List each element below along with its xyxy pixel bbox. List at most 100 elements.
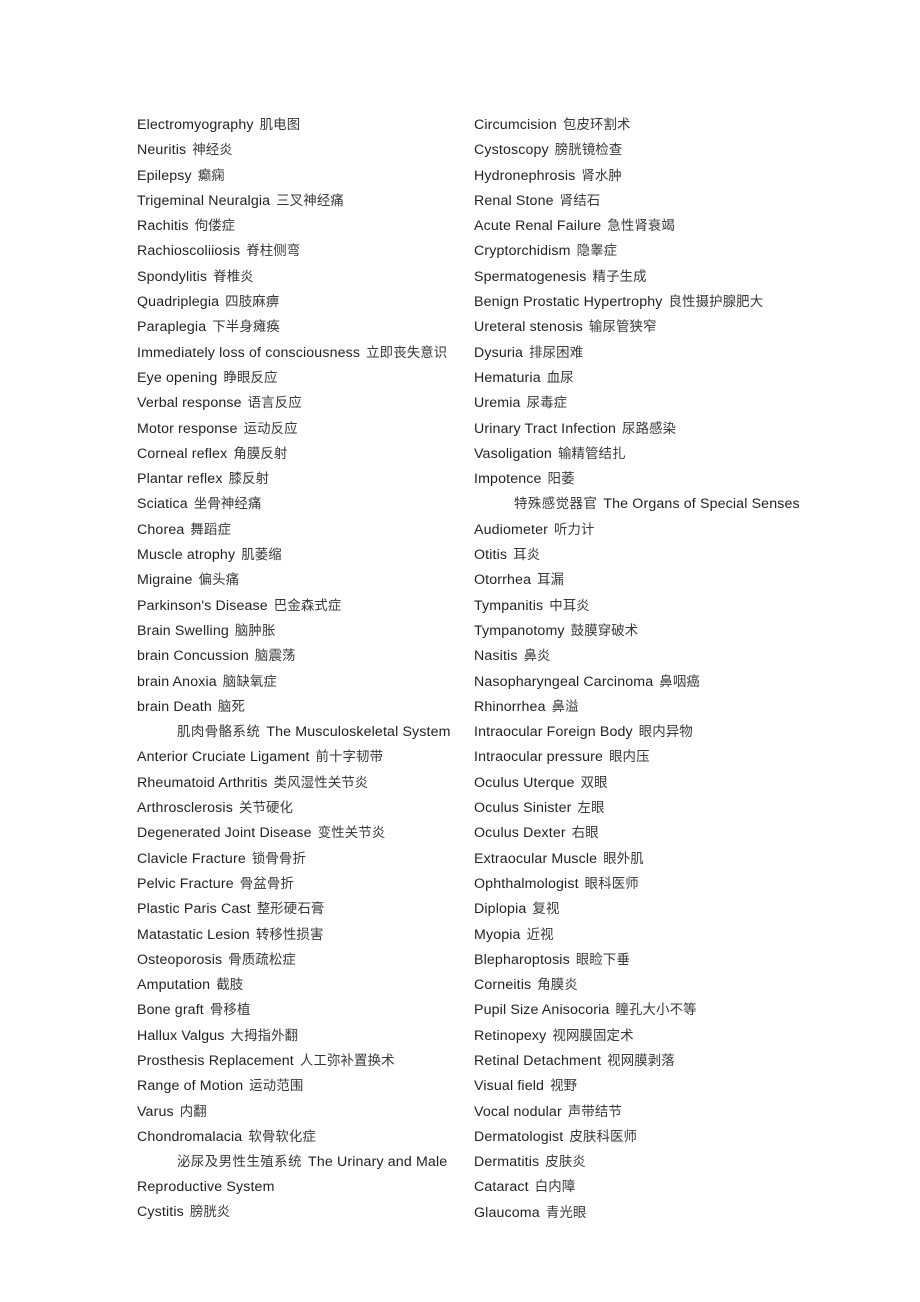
glossary-entry: Epilepsy 癫痫 [137,164,474,189]
entry-term-zh: 立即丧失意识 [366,345,448,361]
entry-term-en: Motor response [137,420,238,437]
glossary-entry: Varus 内翻 [137,1100,474,1125]
entry-term-en: Hematuria [474,369,541,386]
entry-term-en: Vasoligation [474,445,552,462]
entry-term-zh: 脊椎炎 [213,269,254,285]
entry-term-en: Extraocular Muscle [474,850,598,867]
glossary-entry: Hallux Valgus 大拇指外翻 [137,1024,474,1049]
entry-term-en: Uremia [474,395,521,412]
entry-term-zh: 肾结石 [559,193,601,209]
entry-term-en: Acute Renal Failure [474,218,602,235]
glossary-entry: Impotence 阳萎 [474,467,811,492]
glossary-entry: Tympanotomy 鼓膜穿破术 [474,619,811,644]
entry-term-zh: 神经炎 [192,143,233,159]
glossary-columns: Electromyography 肌电图 Neuritis 神经炎 Epilepsy 癫痫… [137,113,837,1226]
glossary-entry: Nasopharyngeal Carcinoma 鼻咽癌 [474,670,811,695]
glossary-entry: Corneal reflex 角膜反射 [137,442,474,467]
entry-term-en: Prosthesis Replacement [137,1052,294,1069]
section-heading-zh: 泌尿及男性生殖系统 [177,1155,303,1171]
glossary-entry: Sciatica 坐骨神经痛 [137,492,474,517]
entry-term-en: Chondromalacia [137,1128,243,1145]
glossary-entry: Dermatitis 皮肤炎 [474,1150,811,1175]
glossary-entry: Ophthalmologist 眼科医师 [474,872,811,897]
entry-term-en: Spermatogenesis [474,268,587,285]
entry-term-en: Oculus Uterque [474,774,575,791]
glossary-entry: Circumcision 包皮环割术 [474,113,811,138]
entry-term-zh: 脑震荡 [254,649,296,665]
entry-term-en: Oculus Sinister [474,800,572,817]
glossary-entry: Electromyography 肌电图 [137,113,474,138]
entry-term-en: Benign Prostatic Hypertrophy [474,294,663,311]
glossary-entry: Glaucoma 青光眼 [474,1201,811,1226]
entry-term-zh: 视网膜剥落 [607,1053,675,1069]
glossary-entry: Uremia 尿毒症 [474,391,811,416]
entry-term-en: Neuritis [137,142,187,159]
entry-term-en: Chorea [137,521,185,538]
entry-term-zh: 坐骨神经痛 [193,497,262,513]
glossary-entry: Matastatic Lesion 转移性损害 [137,923,474,948]
entry-term-en: Dysuria [474,344,524,361]
entry-term-zh: 眼外肌 [603,851,644,867]
entry-term-zh: 转移性损害 [255,927,324,943]
glossary-entry: Urinary Tract Infection 尿路感染 [474,417,811,442]
entry-term-zh: 脊柱侧弯 [246,244,301,260]
entry-term-en: Osteoporosis [137,951,223,968]
entry-term-en: Retinal Detachment [474,1052,602,1069]
glossary-entry: Intraocular Foreign Body 眼内异物 [474,720,811,745]
entry-term-en: Arthrosclerosis [137,800,233,817]
glossary-entry: Paraplegia 下半身瘫痪 [137,315,474,340]
glossary-entry: Cystitis 膀胱炎 [137,1200,474,1225]
glossary-entry: Trigeminal Neuralgia 三叉神经痛 [137,189,474,214]
entry-term-en: Corneal reflex [137,445,228,462]
entry-term-en: Audiometer [474,521,548,538]
document-page: Electromyography 肌电图 Neuritis 神经炎 Epilepsy 癫痫… [0,0,920,1302]
glossary-entry: brain Death 脑死 [137,695,474,720]
entry-term-en: Degenerated Joint Disease [137,825,312,842]
glossary-column-right: Circumcision 包皮环割术 Cystoscopy 膀胱镜检查 Hydronep… [474,113,811,1226]
entry-term-en: Hydronephrosis [474,167,576,184]
glossary-entry: Otorrhea 耳漏 [474,568,811,593]
section-heading-en: The Musculoskeletal System [266,724,451,741]
glossary-entry: Dysuria 排尿困难 [474,341,811,366]
entry-term-en: Circumcision [474,117,557,133]
entry-term-zh: 膀胱镜检查 [554,143,623,159]
entry-term-zh: 运动范围 [249,1079,304,1095]
entry-term-zh: 阳萎 [547,472,575,488]
entry-term-en: Quadriplegia [137,294,220,311]
entry-term-zh: 三叉神经痛 [276,193,344,209]
entry-term-zh: 良性摄护腺肥大 [668,295,764,311]
entry-term-zh: 角膜炎 [537,978,578,994]
entry-term-zh: 角膜反射 [233,446,288,462]
section-heading: 泌尿及男性生殖系统 The Urinary and Male [137,1150,474,1175]
glossary-entry: Cystoscopy 膀胱镜检查 [474,138,811,163]
entry-term-en: Dermatologist [474,1128,564,1145]
glossary-entry: brain Concussion 脑震荡 [137,644,474,669]
glossary-entry: Osteoporosis 骨质疏松症 [137,948,474,973]
entry-term-zh: 骨移植 [209,1003,251,1019]
entry-term-zh: 输精管结扎 [557,446,626,462]
glossary-entry: Spondylitis 脊椎炎 [137,265,474,290]
entry-term-en: Cystoscopy [474,142,549,159]
entry-term-en: Rachitis [137,218,189,235]
glossary-entry: Hydronephrosis 肾水肿 [474,164,811,189]
entry-term-zh: 截肢 [216,978,244,994]
section-heading-en: The Organs of Special Senses [603,496,800,513]
glossary-entry: Plantar reflex 膝反射 [137,467,474,492]
glossary-entry: Amputation 截肢 [137,973,474,998]
glossary-entry: Brain Swelling 脑肿胀 [137,619,474,644]
entry-term-en: Corneitis [474,977,532,994]
glossary-entry: Range of Motion 运动范围 [137,1074,474,1099]
entry-term-zh: 中耳炎 [549,598,590,614]
entry-term-zh: 视网膜固定术 [552,1028,634,1044]
entry-term-zh: 眼科医师 [584,876,639,892]
entry-term-en: Dermatitis [474,1154,540,1171]
entry-term-en: Cataract [474,1179,529,1196]
entry-term-zh: 双眼 [580,775,608,791]
glossary-entry: Quadriplegia 四肢麻痹 [137,290,474,315]
entry-term-zh: 左眼 [577,801,605,817]
glossary-entry: Vocal nodular 声带结节 [474,1100,811,1125]
entry-term-zh: 软骨软化症 [248,1129,316,1145]
entry-term-zh: 复视 [532,902,560,918]
entry-term-zh: 输尿管狭窄 [588,320,657,336]
entry-term-en: Tympanotomy [474,622,565,639]
